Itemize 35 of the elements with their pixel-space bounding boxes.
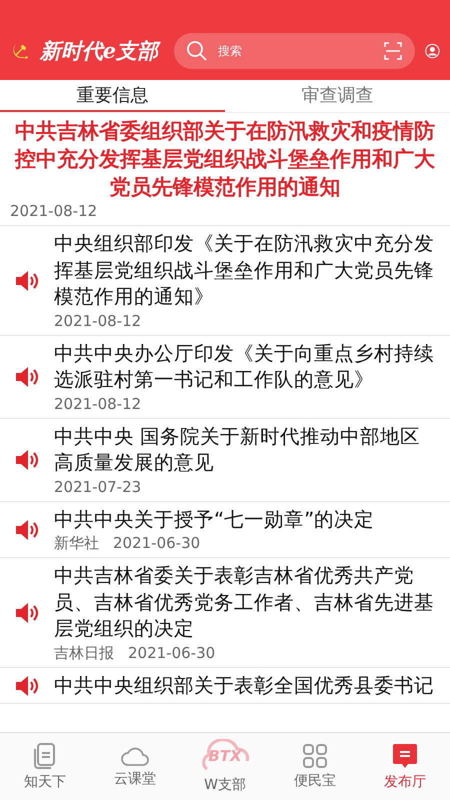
cloud-icon	[120, 745, 150, 767]
search-icon	[186, 40, 208, 62]
featured-title[interactable]: 中共吉林省委组织部关于在防汛救灾和疫情防控中充分发挥基层党组织战斗堡垒作用和广大党员先锋模范作用的通知	[10, 117, 440, 201]
speaker-icon[interactable]	[14, 518, 40, 542]
app-name: 新时代e支部	[40, 37, 158, 65]
article-title[interactable]: 中共中央办公厅印发《关于向重点乡村持续选派驻村第一书记和工作队的意见》	[54, 340, 438, 394]
grid-icon	[302, 743, 328, 769]
article-date: 2021-08-12	[10, 202, 98, 220]
article-title[interactable]: 中央组织部印发《关于在防汛救灾中充分发挥基层党组织战斗堡垒作用和广大党员先锋模范作用的通知》	[54, 231, 438, 310]
article-title[interactable]: 中共中央 国务院关于新时代推动中部地区高质量发展的意见	[54, 424, 438, 476]
article-source: 吉林日报	[54, 644, 114, 662]
article-date: 2021-07-23	[54, 478, 142, 496]
nav-item[interactable]: 云课堂	[90, 733, 180, 800]
nav-item[interactable]: 发布厅	[360, 733, 450, 800]
article-title[interactable]: 中共中央组织部关于表彰全国优秀县委书记	[54, 672, 438, 699]
article-source: 新华社	[54, 534, 99, 553]
article-title[interactable]: 中共中央关于授予“七一勋章”的决定	[54, 506, 438, 533]
speaker-icon[interactable]	[14, 268, 40, 293]
nav-item[interactable]: BTX W支部	[180, 733, 270, 800]
search-field[interactable]: 搜索	[174, 33, 416, 69]
article-date: 2021-08-12	[54, 312, 142, 330]
document-icon	[32, 742, 58, 770]
article-date: 2021-06-30	[128, 644, 216, 662]
speaker-icon[interactable]	[14, 600, 40, 625]
article-title[interactable]: 中共吉林省委关于表彰吉林省优秀共产党员、吉林省优秀党务工作者、吉林省先进基层党组织的决定	[54, 563, 438, 642]
message-icon	[392, 742, 418, 770]
search-input[interactable]: 搜索	[216, 43, 376, 59]
article-date: 2021-08-12	[54, 394, 142, 414]
speaker-icon[interactable]	[14, 365, 40, 389]
speaker-icon[interactable]	[14, 448, 40, 472]
article-date: 2021-06-30	[113, 534, 200, 553]
nav-item[interactable]: 知天下	[0, 733, 90, 800]
scan-icon[interactable]	[383, 41, 404, 61]
nav-item[interactable]: 便民宝	[270, 733, 360, 800]
speaker-icon[interactable]	[14, 674, 40, 698]
